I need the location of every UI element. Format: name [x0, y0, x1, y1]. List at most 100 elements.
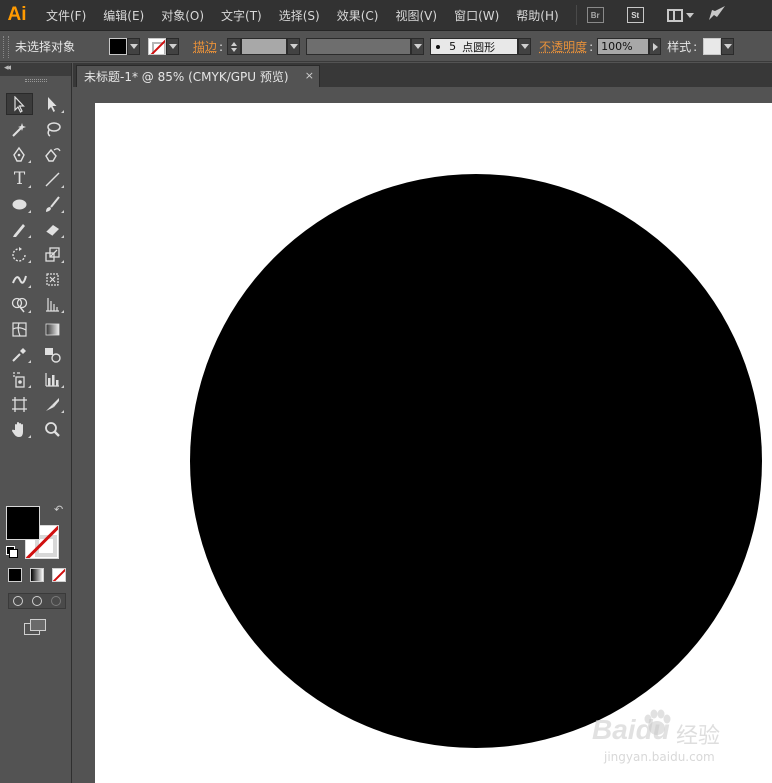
screen-mode-button[interactable] [24, 619, 46, 635]
type-icon: T [13, 169, 26, 189]
control-bar: 未选择对象 描边 : 5 点圆形 不透明度 : 100% 样式 : [0, 32, 772, 62]
stroke-dropdown[interactable] [166, 38, 180, 55]
menu-effect[interactable]: 效果(C) [337, 7, 379, 24]
selection-tool[interactable] [6, 93, 33, 115]
lasso-tool[interactable] [39, 118, 66, 140]
graphic-style-swatch[interactable] [703, 38, 722, 55]
draw-behind-icon[interactable] [31, 596, 42, 606]
artboard[interactable] [95, 103, 772, 783]
shape-builder-tool[interactable] [6, 293, 33, 315]
canvas-area[interactable] [73, 87, 772, 783]
style-label: 样式 [667, 40, 692, 54]
eyedropper-tool[interactable] [6, 343, 33, 365]
zoom-tool[interactable] [39, 418, 66, 440]
opacity-colon: : [589, 39, 594, 54]
menu-window[interactable]: 窗口(W) [454, 7, 499, 24]
drawing-modes [8, 593, 66, 609]
width-tool[interactable] [6, 268, 33, 290]
perspective-grid-tool[interactable] [39, 293, 66, 315]
artboard-tool[interactable] [6, 393, 33, 415]
none-mode-button[interactable] [52, 568, 66, 582]
style-colon: : [693, 39, 698, 54]
mesh-tool[interactable] [6, 318, 33, 340]
draw-normal-icon[interactable] [13, 596, 24, 606]
variable-width-profile[interactable] [306, 38, 412, 55]
control-bar-grip[interactable] [3, 35, 9, 58]
menu-type[interactable]: 文字(T) [221, 7, 262, 24]
menu-items: 文件(F) 编辑(E) 对象(O) 文字(T) 选择(S) 效果(C) 视图(V… [46, 5, 726, 25]
shape-builder-icon [11, 297, 28, 312]
close-icon[interactable]: × [305, 69, 314, 82]
bridge-button[interactable]: Br [586, 7, 604, 23]
document-tab[interactable]: 未标题-1* @ 85% (CMYK/GPU 预览) × [76, 65, 320, 87]
pencil-tool[interactable] [6, 218, 33, 240]
watermark-url: jingyan.baidu.com [604, 750, 715, 764]
variable-width-dropdown[interactable] [411, 38, 425, 55]
fill-color-box[interactable] [6, 506, 40, 540]
selection-arrow-icon [14, 95, 25, 113]
column-graph-tool[interactable] [39, 368, 66, 390]
stroke-weight-field[interactable] [241, 38, 288, 55]
direct-selection-tool[interactable] [39, 93, 66, 115]
slice-tool[interactable] [39, 393, 66, 415]
scale-tool[interactable] [39, 243, 66, 265]
opacity-label[interactable]: 不透明度 [539, 38, 587, 55]
eyedropper-icon [12, 347, 26, 362]
opacity-field[interactable]: 100% [597, 38, 650, 55]
ellipse-icon [12, 199, 27, 209]
width-icon [12, 275, 27, 284]
menu-select[interactable]: 选择(S) [279, 7, 320, 24]
stroke-weight-dropdown[interactable] [287, 38, 301, 55]
chevron-down-icon [685, 12, 694, 18]
chevron-down-icon [168, 44, 177, 49]
gpu-performance-icon[interactable] [708, 5, 726, 25]
free-transform-tool[interactable] [39, 268, 66, 290]
watermark-cn: 经验 [676, 724, 721, 749]
chevron-down-icon [289, 44, 298, 49]
menu-view[interactable]: 视图(V) [395, 7, 437, 24]
draw-inside-icon[interactable] [50, 596, 61, 606]
stroke-color-swatch[interactable] [148, 38, 167, 55]
rotate-icon [12, 246, 26, 262]
paintbrush-tool[interactable] [39, 193, 66, 215]
pen-tool[interactable] [6, 143, 33, 165]
eraser-tool[interactable] [39, 218, 66, 240]
stock-button[interactable]: St [626, 7, 644, 23]
blend-tool[interactable] [39, 343, 66, 365]
gradient-mode-button[interactable] [30, 568, 44, 582]
symbol-sprayer-tool[interactable] [6, 368, 33, 390]
scale-icon [45, 246, 60, 262]
fill-dropdown[interactable] [127, 38, 141, 55]
menu-edit[interactable]: 编辑(E) [103, 7, 144, 24]
stroke-weight-stepper[interactable] [227, 38, 242, 55]
stroke-label[interactable]: 描边 [193, 38, 217, 55]
workspace-switcher-button[interactable] [666, 8, 694, 22]
menu-object[interactable]: 对象(O) [161, 7, 204, 24]
black-circle-shape[interactable] [190, 174, 762, 748]
default-fill-stroke-icon[interactable] [6, 546, 18, 558]
brush-size: 5 [449, 40, 457, 53]
tools-panel-grip[interactable] [0, 76, 71, 85]
collapse-panel-icon[interactable]: ◂◂ [4, 63, 11, 73]
graphic-style-dropdown[interactable] [721, 38, 735, 55]
brush-dropdown[interactable] [518, 38, 532, 55]
opacity-expand-button[interactable] [649, 38, 662, 55]
magic-wand-tool[interactable] [6, 118, 33, 140]
paintbrush-icon [46, 195, 60, 212]
eraser-icon [45, 224, 59, 236]
menu-help[interactable]: 帮助(H) [516, 7, 558, 24]
hand-tool[interactable] [6, 418, 33, 440]
fill-color-swatch[interactable] [109, 38, 128, 55]
brush-definition-field[interactable]: 5 点圆形 [430, 38, 519, 55]
rotate-tool[interactable] [6, 243, 33, 265]
curvature-tool[interactable] [39, 143, 66, 165]
type-tool[interactable]: T [6, 168, 33, 190]
mesh-icon [12, 321, 27, 337]
swap-fill-stroke-icon[interactable]: ↶ [54, 503, 63, 516]
line-segment-tool[interactable] [39, 168, 66, 190]
line-segment-icon [45, 172, 60, 186]
menu-file[interactable]: 文件(F) [46, 7, 86, 24]
color-mode-button[interactable] [8, 568, 22, 582]
gradient-tool[interactable] [39, 318, 66, 340]
ellipse-tool[interactable] [6, 193, 33, 215]
